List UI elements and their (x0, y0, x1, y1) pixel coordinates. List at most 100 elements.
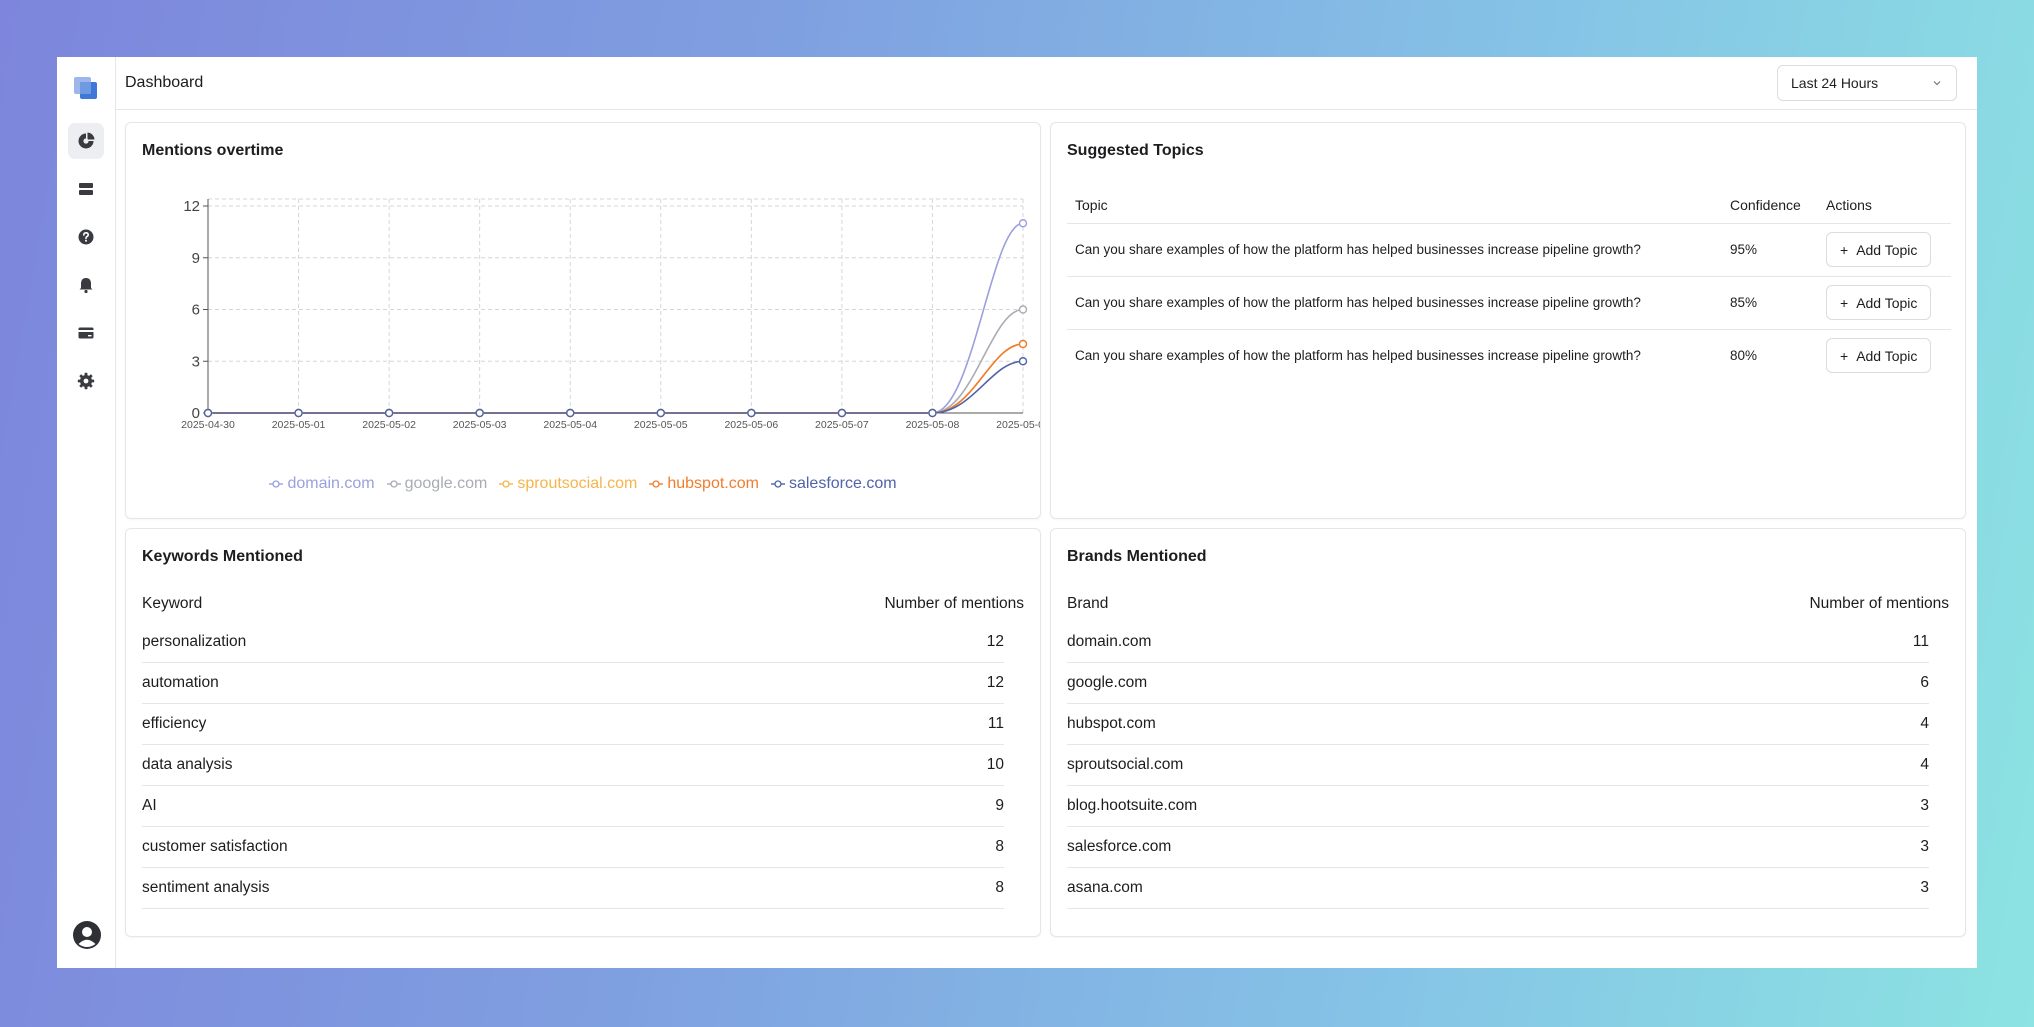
list-item: google.com 6 (1067, 663, 1929, 704)
sidebar-item-billing[interactable] (68, 315, 104, 351)
brand-count: 3 (1920, 797, 1929, 814)
logo-icon[interactable] (71, 73, 101, 103)
brand-count: 3 (1920, 838, 1929, 855)
series-point (656, 408, 665, 418)
x-tick-label: 2025-05-06 (724, 419, 778, 431)
sidebar-item-dashboard[interactable] (68, 123, 104, 159)
table-row: Can you share examples of how the platfo… (1067, 223, 1951, 277)
database-icon (79, 183, 93, 195)
legend-item[interactable]: salesforce.com (770, 475, 897, 493)
add-topic-button[interactable]: + Add Topic (1826, 285, 1932, 320)
keywords-card: Keywords Mentioned Keyword Number of men… (125, 528, 1041, 937)
pie-chart-icon (78, 132, 95, 149)
sidebar-item-data[interactable] (68, 171, 104, 207)
x-tick-label: 2025-04-30 (181, 419, 235, 431)
keyword-name: data analysis (142, 756, 233, 773)
keyword-name: customer satisfaction (142, 838, 288, 855)
brand-count: 4 (1920, 715, 1929, 732)
brands-list: domain.com 11 google.com 6 hubspot.com 4 sp… (1067, 622, 1929, 909)
table-row: Can you share examples of how the platfo… (1067, 329, 1951, 382)
keywords-title: Keywords Mentioned (142, 548, 303, 565)
legend-label: google.com (404, 475, 488, 492)
time-range-value: Last 24 Hours (1791, 75, 1879, 91)
topic-text: Can you share examples of how the platfo… (1067, 276, 1722, 330)
keyword-name: personalization (142, 633, 247, 650)
sidebar-item-settings[interactable] (68, 363, 104, 399)
keywords-header: Keyword Number of mentions (142, 595, 1024, 613)
user-avatar-icon[interactable] (72, 920, 102, 950)
series-point (747, 408, 756, 418)
page-title: Dashboard (125, 74, 204, 91)
column-header-mentions: Number of mentions (884, 595, 1024, 612)
list-item: blog.hootsuite.com 3 (1067, 786, 1929, 827)
keyword-name: efficiency (142, 715, 207, 732)
keyword-count: 11 (987, 715, 1004, 732)
add-topic-label: Add Topic (1856, 347, 1918, 364)
help-icon (78, 229, 94, 245)
list-item: automation 12 (142, 663, 1004, 704)
series-point (1018, 219, 1028, 228)
x-tick-label: 2025-05-07 (815, 419, 869, 431)
suggested-topics-table: Topic Confidence Actions Can you share e… (1067, 187, 1951, 382)
series-point (475, 408, 484, 418)
brand-name: google.com (1067, 674, 1148, 691)
add-topic-button[interactable]: + Add Topic (1826, 232, 1932, 267)
legend-marker-icon (386, 480, 401, 488)
x-tick-label: 2025-05-08 (906, 419, 960, 431)
keyword-count: 8 (995, 838, 1004, 855)
series-point (384, 408, 394, 418)
column-header-keyword: Keyword (142, 595, 203, 612)
add-topic-label: Add Topic (1856, 241, 1918, 258)
add-topic-button[interactable]: + Add Topic (1826, 338, 1932, 374)
keyword-name: automation (142, 674, 219, 691)
legend-item[interactable]: sproutsocial.com (499, 475, 637, 493)
time-range-select[interactable]: Last 24 Hours (1777, 65, 1957, 101)
app-window: Dashboard Last 24 Hours Mentions overtim… (57, 57, 1977, 968)
brand-name: hubspot.com (1067, 715, 1156, 732)
list-item: efficiency 11 (142, 704, 1004, 745)
mentions-line-chart: 0369122025-04-30 2025-05-01 2025-05-02 2025… (181, 198, 1041, 431)
chart-legend: domain.com google.com sproutsocial.com hubs… (126, 475, 1040, 493)
brand-name: sproutsocial.com (1067, 756, 1184, 773)
legend-marker-icon (770, 480, 785, 488)
series-point (294, 408, 303, 418)
series-line (208, 360, 1024, 414)
keyword-count: 9 (995, 797, 1004, 814)
column-header-brand: Brand (1067, 595, 1109, 612)
table-header-row: Topic Confidence Actions (1067, 187, 1951, 224)
brand-name: domain.com (1067, 633, 1152, 650)
series-point (837, 408, 847, 418)
brand-name: asana.com (1067, 879, 1143, 896)
sidebar-item-notifications[interactable] (68, 267, 104, 303)
column-header-topic: Topic (1067, 187, 1722, 224)
column-header-actions: Actions (1818, 187, 1951, 224)
legend-item[interactable]: hubspot.com (649, 475, 759, 493)
series-line (208, 222, 1024, 414)
list-item: sproutsocial.com 4 (1067, 745, 1929, 786)
suggested-topics-card: Suggested Topics Topic Confidence Action… (1050, 122, 1966, 519)
series-point (928, 408, 937, 418)
list-item: domain.com 11 (1067, 622, 1929, 663)
brand-count: 6 (1920, 674, 1929, 691)
topic-text: Can you share examples of how the platfo… (1075, 348, 1641, 364)
table-row: Can you share examples of how the platfo… (1067, 276, 1951, 330)
y-tick-label: 6 (192, 302, 200, 319)
keyword-count: 10 (986, 756, 1004, 773)
legend-label: domain.com (287, 475, 375, 492)
brand-count: 3 (1920, 879, 1929, 896)
x-tick-label: 2025-05-01 (272, 419, 326, 431)
topic-confidence: 95% (1722, 223, 1818, 277)
sidebar-item-help[interactable] (68, 219, 104, 255)
x-tick-label: 2025-05-09 (996, 419, 1041, 431)
topic-confidence: 80% (1730, 348, 1758, 364)
legend-item[interactable]: domain.com (269, 475, 375, 493)
plus-icon: + (1840, 294, 1849, 311)
suggested-topics-title: Suggested Topics (1067, 142, 1204, 159)
sidebar (57, 57, 116, 968)
series-point (1018, 305, 1028, 314)
credit-card-icon (78, 327, 94, 339)
brands-card: Brands Mentioned Brand Number of mention… (1050, 528, 1966, 937)
legend-item[interactable]: google.com (386, 475, 488, 493)
series-line (208, 343, 1024, 414)
keyword-count: 12 (986, 674, 1004, 691)
